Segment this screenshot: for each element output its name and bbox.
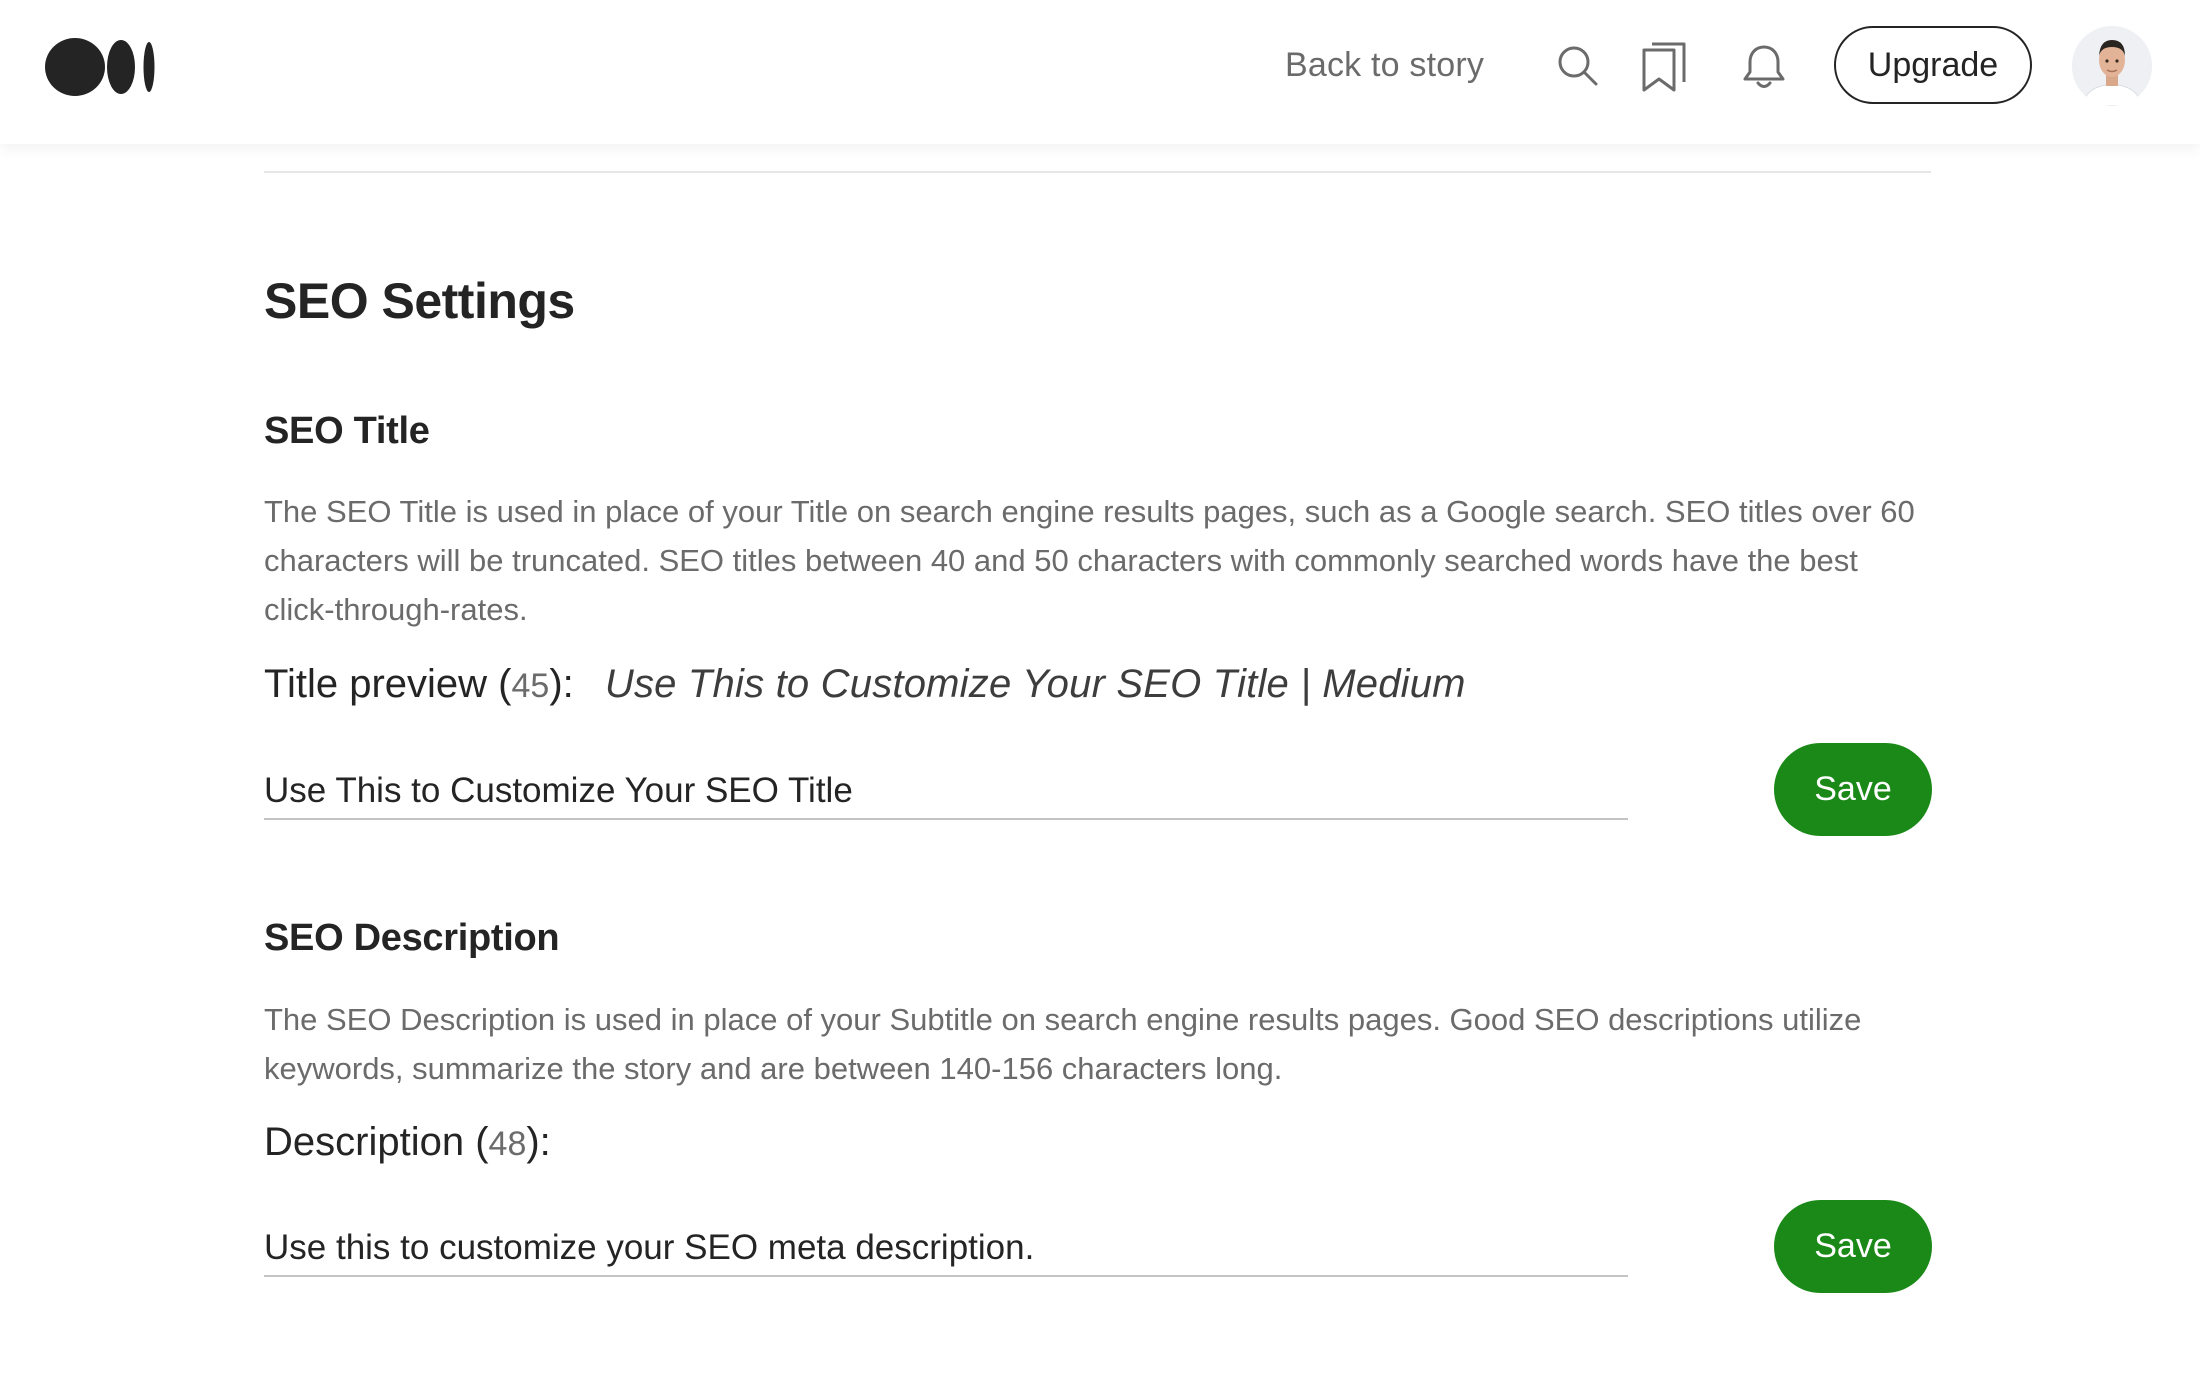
user-avatar-image [2072,26,2152,106]
title-preview-label: Title preview [264,662,488,706]
seo-description-input[interactable] [264,1221,1628,1277]
title-preview-text: Use This to Customize Your SEO Title | M… [604,662,1466,706]
title-character-count: 45 [511,667,550,705]
save-seo-title-button[interactable]: Save [1774,743,1932,836]
description-preview-label: Description [264,1120,465,1164]
seo-title-input[interactable] [264,764,1628,820]
title-preview-line: Title preview (45): Use This to Customiz… [264,662,1466,706]
reading-list-button[interactable] [1640,40,1690,94]
bookmarks-icon [1642,42,1686,92]
user-avatar[interactable] [2072,26,2152,106]
page-title: SEO Settings [264,273,575,329]
search-button[interactable] [1556,44,1600,88]
search-icon [1558,46,1598,86]
upgrade-button[interactable]: Upgrade [1834,26,2032,104]
content-divider [264,171,1931,173]
top-navigation-bar: Back to story Upgrade [0,0,2200,144]
back-to-story-link[interactable]: Back to story [1285,46,1484,85]
medium-logo[interactable] [45,37,157,97]
bell-icon [1743,45,1785,88]
seo-description-heading: SEO Description [264,917,560,959]
seo-title-heading: SEO Title [264,410,430,452]
seo-description-help-text: The SEO Description is used in place of … [264,1002,1862,1086]
medium-logo-icon [45,38,155,96]
save-seo-description-button[interactable]: Save [1774,1200,1932,1293]
notifications-button[interactable] [1740,42,1788,92]
description-preview-line: Description (48): [264,1120,551,1164]
seo-title-help-text: The SEO Title is used in place of your T… [264,494,1915,627]
description-character-count: 48 [488,1125,527,1163]
